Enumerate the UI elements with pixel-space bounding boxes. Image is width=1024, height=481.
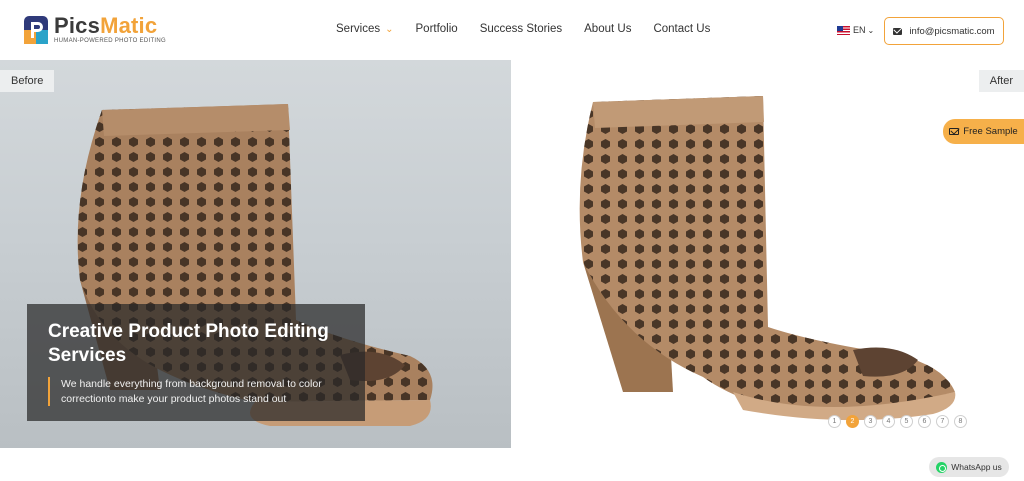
after-pane: After [511, 60, 1024, 448]
hero-before-after-slider[interactable]: Before Creative Product Photo Editing Se… [0, 60, 1024, 448]
brand-name-part2: Matic [100, 13, 158, 38]
hero-caption: Creative Product Photo Editing Services … [27, 304, 365, 421]
pager-dot[interactable]: 3 [864, 415, 877, 428]
language-selector[interactable]: EN ⌄ [837, 25, 874, 35]
pager-dot[interactable]: 7 [936, 415, 949, 428]
brand-logo[interactable]: PicsMatic HUMAN-POWERED PHOTO EDITING [24, 15, 166, 44]
shoe-after-image [579, 96, 956, 421]
envelope-icon [893, 27, 903, 35]
pager-dot[interactable]: 4 [882, 415, 895, 428]
brand-name-part1: Pics [54, 13, 101, 38]
pager-dot[interactable]: 1 [828, 415, 841, 428]
pager-dot[interactable]: 6 [918, 415, 931, 428]
email-label: info@picsmatic.com [909, 25, 995, 37]
chevron-down-icon: ⌄ [385, 24, 394, 35]
slider-pagination: 1 2 3 4 5 6 7 8 [828, 415, 967, 428]
email-button[interactable]: info@picsmatic.com [884, 17, 1004, 45]
language-label: EN [853, 25, 866, 35]
nav-item-contact-us[interactable]: Contact Us [653, 23, 710, 35]
whatsapp-icon [936, 461, 948, 473]
nav-item-success-stories[interactable]: Success Stories [480, 23, 562, 35]
free-sample-button[interactable]: Free Sample [943, 119, 1024, 144]
nav-item-services[interactable]: Services ⌄ [336, 23, 394, 35]
hero-description: We handle everything from background rem… [48, 377, 348, 406]
pager-dot[interactable]: 8 [954, 415, 967, 428]
pager-dot-active[interactable]: 2 [846, 415, 859, 428]
nav-item-portfolio[interactable]: Portfolio [416, 23, 458, 35]
us-flag-icon [837, 25, 850, 35]
nav-item-about-us[interactable]: About Us [584, 23, 631, 35]
whatsapp-button[interactable]: WhatsApp us [929, 457, 1009, 477]
site-header: PicsMatic HUMAN-POWERED PHOTO EDITING Se… [0, 0, 1024, 60]
free-sample-label: Free Sample [963, 126, 1018, 137]
brand-name: PicsMatic [54, 15, 166, 37]
whatsapp-label: WhatsApp us [951, 462, 1002, 472]
envelope-icon [949, 128, 960, 135]
main-nav: Services ⌄ Portfolio Success Stories Abou… [336, 23, 710, 35]
chevron-down-icon: ⌄ [867, 25, 875, 35]
pager-dot[interactable]: 5 [900, 415, 913, 428]
hero-title: Creative Product Photo Editing Services [48, 321, 329, 366]
before-pane: Before Creative Product Photo Editing Se… [0, 60, 511, 448]
before-label: Before [0, 70, 55, 92]
brand-tagline: HUMAN-POWERED PHOTO EDITING [54, 38, 166, 44]
nav-label-services: Services [336, 23, 381, 35]
after-label: After [978, 70, 1024, 92]
logo-icon [24, 15, 48, 44]
